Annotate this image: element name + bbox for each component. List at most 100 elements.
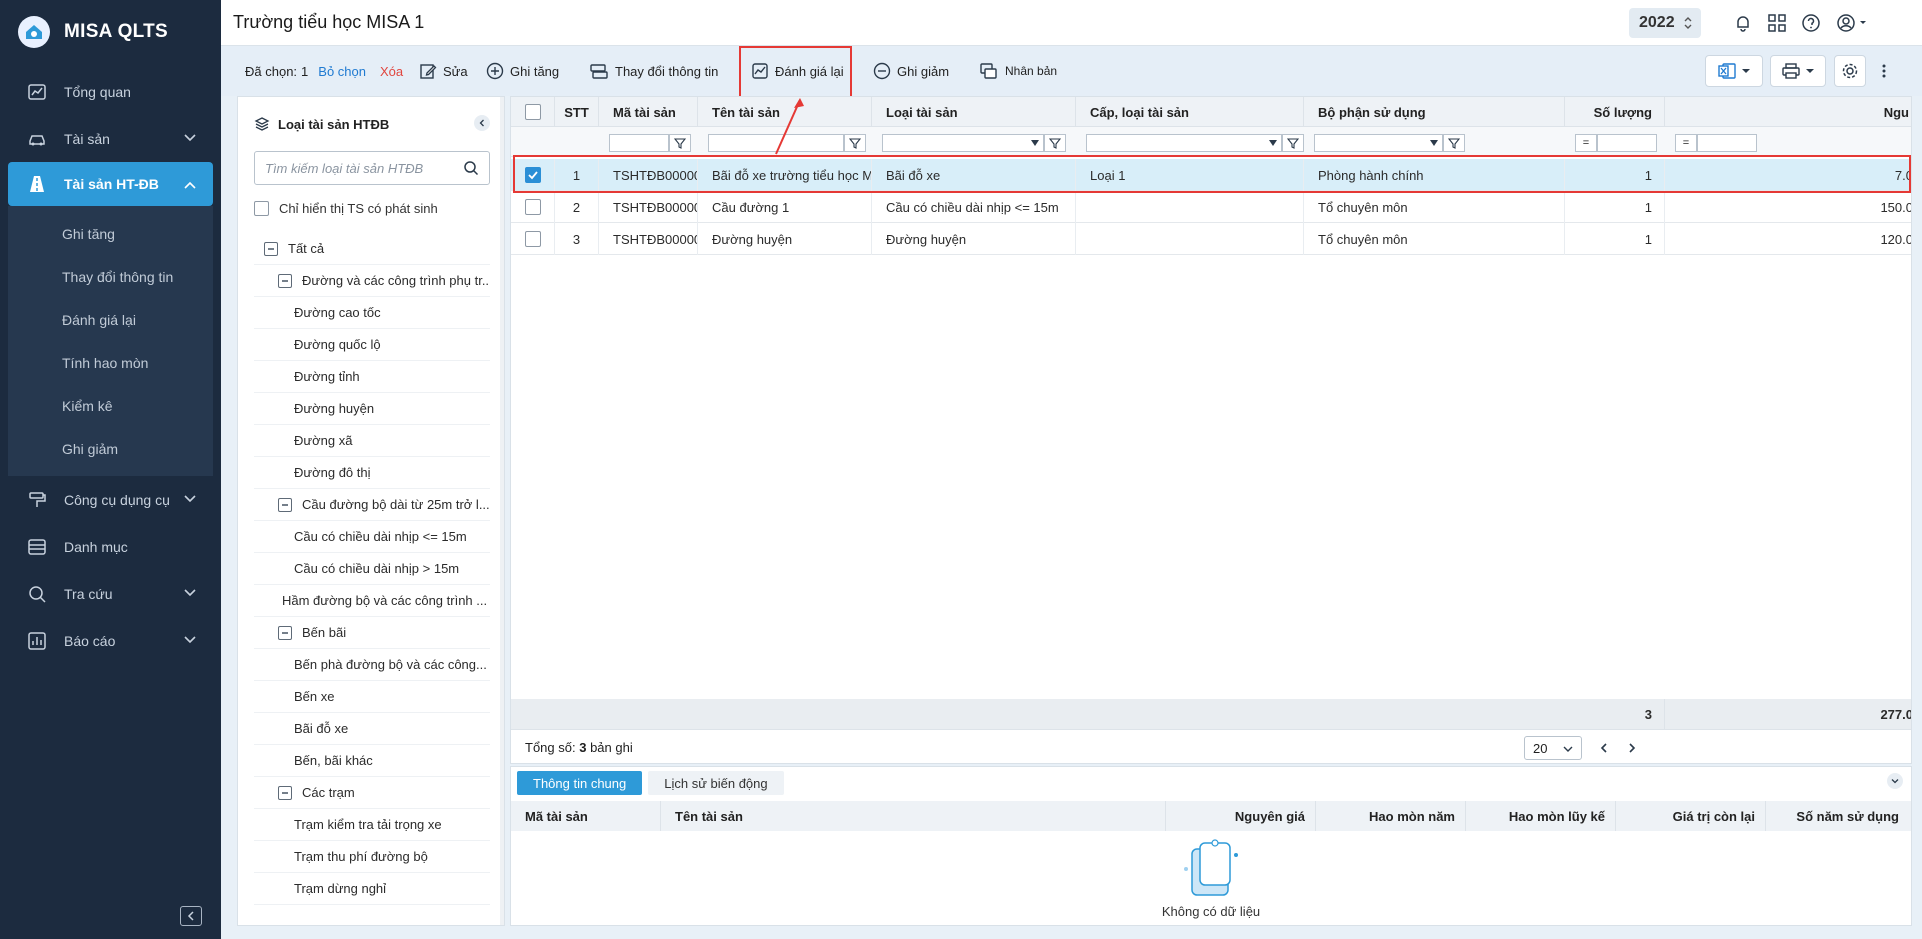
detail-panel: Thông tin chung Lịch sử biến động Mã tài…	[510, 766, 1912, 926]
checkbox-box[interactable]	[254, 201, 269, 216]
asset-type-search-input[interactable]: Tìm kiếm loại tài sản HTĐB	[254, 151, 490, 185]
bell-icon[interactable]	[1732, 12, 1754, 34]
filter-code-button[interactable]	[669, 134, 691, 152]
tree-node[interactable]: Bến xe	[254, 681, 490, 713]
col-qty[interactable]: Số lượng	[1565, 97, 1665, 127]
sidebar-collapse-button[interactable]	[180, 906, 202, 926]
filter-price-operator[interactable]: =	[1675, 134, 1697, 152]
filter-icon	[1448, 138, 1460, 149]
tree-node-label: Trạm kiểm tra tải trọng xe	[294, 817, 442, 832]
export-excel-button[interactable]	[1705, 55, 1763, 87]
tree-node[interactable]: Đường và các công trình phụ tr...	[254, 265, 490, 297]
increase-button[interactable]: Ghi tăng	[486, 46, 559, 96]
filter-name-button[interactable]	[844, 134, 866, 152]
page-size-select[interactable]: 20	[1524, 736, 1582, 760]
tree-node[interactable]: Trạm dừng nghỉ	[254, 873, 490, 905]
submenu-decrease[interactable]: Ghi giảm	[8, 427, 213, 470]
nav-tools[interactable]: Công cụ dụng cụ	[0, 476, 221, 523]
next-page-icon[interactable]	[1626, 742, 1638, 754]
tree-node[interactable]: Đường xã	[254, 425, 490, 457]
duplicate-button[interactable]: Nhân bản	[979, 46, 1057, 96]
col-stt[interactable]: STT	[555, 97, 599, 127]
collapse-toggle-icon[interactable]	[278, 273, 292, 288]
tree-node[interactable]: Đường tỉnh	[254, 361, 490, 393]
filter-grade-select[interactable]	[1086, 134, 1282, 152]
delete-link[interactable]: Xóa	[380, 64, 403, 79]
tree-node[interactable]: Đường cao tốc	[254, 297, 490, 329]
tree-node[interactable]: Đường đô thị	[254, 457, 490, 489]
col-code[interactable]: Mã tài sản	[599, 97, 698, 127]
filter-dept-select[interactable]	[1314, 134, 1443, 152]
nav-infrastructure-assets[interactable]: Tài sản HT-ĐB	[8, 162, 213, 206]
tree-node[interactable]: Bãi đỗ xe	[254, 713, 490, 745]
filter-grade-button[interactable]	[1282, 134, 1304, 152]
collapse-toggle-icon[interactable]	[264, 241, 278, 256]
panel-scrollbar[interactable]	[500, 97, 504, 925]
unselect-link[interactable]: Bỏ chọn	[318, 64, 366, 79]
tree-node[interactable]: Trạm thu phí đường bộ	[254, 841, 490, 873]
tree-node[interactable]: Tất cả	[254, 233, 490, 265]
submenu-depreciation[interactable]: Tính hao mòn	[8, 341, 213, 384]
tree-node[interactable]: Bến phà đường bộ và các công...	[254, 649, 490, 681]
submenu-change-info[interactable]: Thay đổi thông tin	[8, 255, 213, 298]
filter-code-input[interactable]	[609, 134, 669, 152]
prev-page-icon[interactable]	[1598, 742, 1610, 754]
tree-node[interactable]: Cầu có chiều dài nhịp <= 15m	[254, 521, 490, 553]
user-menu[interactable]	[1835, 12, 1871, 34]
filter-type-select[interactable]	[882, 134, 1044, 152]
tree-node[interactable]: Cầu đường bộ dài từ 25m trở l...	[254, 489, 490, 521]
chevron-down-icon	[184, 495, 196, 503]
more-options-button[interactable]	[1881, 46, 1887, 96]
apps-grid-icon[interactable]	[1766, 12, 1788, 34]
nav-catalog[interactable]: Danh mục	[0, 523, 221, 570]
year-selector[interactable]: 2022	[1629, 8, 1701, 38]
tab-general-info[interactable]: Thông tin chung	[517, 771, 643, 795]
row-checkbox-cell	[511, 191, 555, 223]
total-suffix: bản ghi	[590, 740, 633, 755]
change-info-button[interactable]: Thay đổi thông tin	[589, 46, 718, 96]
submenu-increase[interactable]: Ghi tăng	[8, 212, 213, 255]
table-row[interactable]: 2TSHTĐB000002Cầu đường 1Cầu có chiều dài…	[511, 191, 1911, 223]
decrease-button[interactable]: Ghi giảm	[873, 46, 949, 96]
submenu-revalue[interactable]: Đánh giá lại	[8, 298, 213, 341]
nav-assets[interactable]: Tài sản	[0, 115, 221, 162]
col-grade[interactable]: Cấp, loại tài sản	[1076, 97, 1304, 127]
select-all-checkbox[interactable]	[525, 104, 541, 120]
col-price[interactable]: Ngu	[1665, 97, 1911, 127]
detail-collapse-button[interactable]	[1887, 773, 1903, 789]
tree-node[interactable]: Đường huyện	[254, 393, 490, 425]
filter-qty-input[interactable]	[1597, 134, 1657, 152]
panel-collapse-button[interactable]	[474, 115, 490, 131]
only-changed-checkbox[interactable]: Chỉ hiển thị TS có phát sinh	[254, 201, 438, 216]
collapse-toggle-icon[interactable]	[278, 785, 292, 800]
tree-node[interactable]: Hầm đường bộ và các công trình ...	[254, 585, 490, 617]
tree-node[interactable]: Các trạm	[254, 777, 490, 809]
nav-reports[interactable]: Báo cáo	[0, 617, 221, 664]
print-button[interactable]	[1770, 55, 1826, 87]
tree-node[interactable]: Bến, bãi khác	[254, 745, 490, 777]
decrease-label: Ghi giảm	[897, 63, 950, 79]
filter-dept-button[interactable]	[1443, 134, 1465, 152]
settings-button[interactable]	[1834, 55, 1866, 87]
edit-button[interactable]: Sửa	[419, 46, 468, 96]
row-checkbox[interactable]	[524, 199, 541, 215]
collapse-toggle-icon[interactable]	[278, 497, 292, 512]
col-dept[interactable]: Bộ phận sử dụng	[1304, 97, 1565, 127]
table-row[interactable]: 3TSHTĐB000001Đường huyệnĐường huyệnTổ ch…	[511, 223, 1911, 255]
nav-overview[interactable]: Tổng quan	[0, 68, 221, 115]
tree-node[interactable]: Trạm kiểm tra tải trọng xe	[254, 809, 490, 841]
tree-node[interactable]: Cầu có chiều dài nhịp > 15m	[254, 553, 490, 585]
filter-type-button[interactable]	[1044, 134, 1066, 152]
tree-node[interactable]: Bến bãi	[254, 617, 490, 649]
tab-change-history[interactable]: Lịch sử biến động	[648, 771, 784, 795]
collapse-toggle-icon[interactable]	[278, 625, 292, 640]
filter-price-input[interactable]	[1697, 134, 1757, 152]
brand[interactable]: MISA QLTS	[0, 0, 221, 64]
nav-lookup[interactable]: Tra cứu	[0, 570, 221, 617]
row-checkbox[interactable]	[524, 231, 541, 247]
tree-node[interactable]: Đường quốc lộ	[254, 329, 490, 361]
submenu-inventory[interactable]: Kiểm kê	[8, 384, 213, 427]
help-icon[interactable]	[1800, 12, 1822, 34]
col-type[interactable]: Loại tài sản	[872, 97, 1076, 127]
filter-qty-operator[interactable]: =	[1575, 134, 1597, 152]
